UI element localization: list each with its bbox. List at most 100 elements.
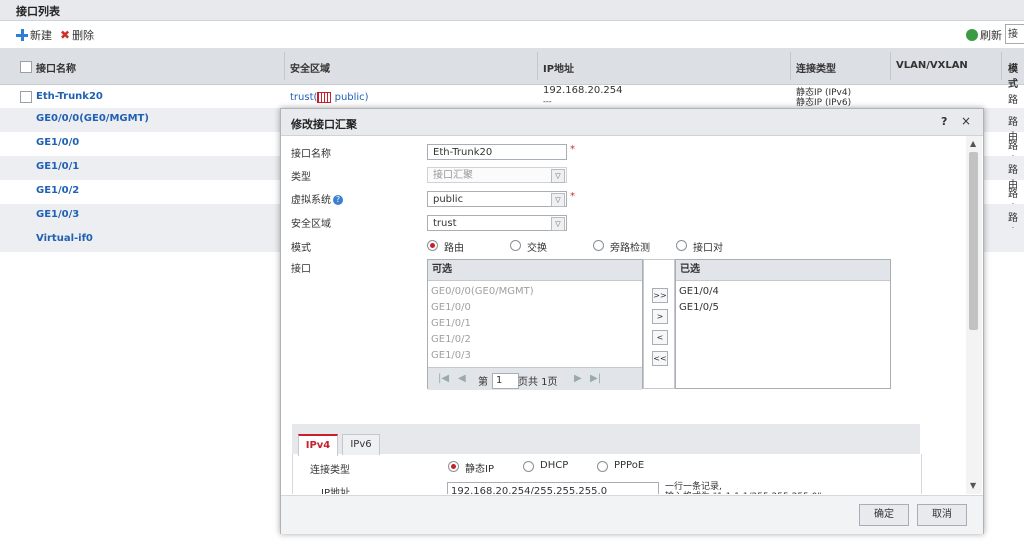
col-zone[interactable]: 安全区域 <box>290 60 330 75</box>
edit-aggregation-dialog: 修改接口汇聚 ? × 接口名称 Eth-Trunk20 * 类型 接口汇聚 ▽ … <box>280 108 984 534</box>
selected-header: 已选 <box>676 260 890 281</box>
row-checkbox[interactable] <box>20 91 32 103</box>
select-all-checkbox[interactable] <box>20 61 32 73</box>
tab-ipv4[interactable]: IPv4 <box>298 434 338 456</box>
last-page-icon[interactable]: ▶| <box>590 373 601 384</box>
ip-address-textarea[interactable]: 192.168.20.254/255.255.255.0 <box>447 482 659 494</box>
mode-radio-route[interactable] <box>427 240 438 251</box>
ok-button[interactable]: 确定 <box>859 504 909 526</box>
table-header: 接口名称 安全区域 IP地址 连接类型 VLAN/VXLAN 模式 <box>0 48 1024 90</box>
type-select: 接口汇聚 ▽ <box>427 167 567 183</box>
prev-page-icon[interactable]: ◀ <box>458 373 466 384</box>
label-vsys: 虚拟系统? <box>291 191 343 206</box>
help-icon[interactable]: ? <box>941 115 947 128</box>
conn-radio-static[interactable] <box>448 461 459 472</box>
interface-name[interactable]: GE1/0/3 <box>36 209 79 220</box>
chevron-down-icon[interactable]: ▽ <box>551 217 565 231</box>
plus-icon <box>16 29 28 41</box>
move-all-left-button[interactable]: << <box>652 351 668 366</box>
available-list: 可选 GE0/0/0(GE0/MGMT) GE1/0/0 GE1/0/1 GE1… <box>427 259 643 390</box>
mode-radio-pair[interactable] <box>676 240 687 251</box>
zone-link[interactable]: trust( public) <box>290 92 369 103</box>
list-item[interactable]: GE1/0/5 <box>679 302 719 313</box>
col-divider <box>537 52 538 80</box>
cancel-button[interactable]: 取消 <box>917 504 967 526</box>
label-interface-name: 接口名称 <box>291 149 331 160</box>
col-divider <box>790 52 791 80</box>
dialog-header: 修改接口汇聚 ? × <box>281 109 983 136</box>
label-type: 类型 <box>291 172 311 183</box>
dialog-footer: 确定 取消 <box>281 495 983 534</box>
list-item[interactable]: GE1/0/2 <box>431 334 471 345</box>
label-conn-type: 连接类型 <box>310 465 350 476</box>
col-divider <box>890 52 891 80</box>
close-icon[interactable]: × <box>961 114 971 128</box>
dialog-body: 接口名称 Eth-Trunk20 * 类型 接口汇聚 ▽ 虚拟系统? publi… <box>281 136 967 494</box>
help-icon[interactable]: ? <box>333 195 343 205</box>
conn-radio-dhcp[interactable] <box>523 461 534 472</box>
list-item[interactable]: GE1/0/0 <box>431 302 471 313</box>
conn-type-v6: 静态IP (IPv6) <box>796 98 852 108</box>
zone-select[interactable]: trust ▽ <box>427 215 567 231</box>
chevron-down-icon[interactable]: ▽ <box>551 193 565 207</box>
mode-label-route: 路由 <box>444 243 464 254</box>
required-mark: * <box>570 144 575 155</box>
pager-suffix: 页共 1页 <box>518 377 558 388</box>
ip-format-hint: 一行一条记录, 输入格式为 "1.1.1.1/255.255.255.0" 或者… <box>665 482 822 494</box>
interface-name[interactable]: GE0/0/0(GE0/MGMT) <box>36 113 149 124</box>
dialog-scrollbar[interactable]: ▲ ▼ <box>966 136 982 494</box>
interface-name-field[interactable]: Eth-Trunk20 <box>427 144 567 160</box>
list-item[interactable]: GE1/0/4 <box>679 286 719 297</box>
available-header: 可选 <box>428 260 642 281</box>
conn-label-static: 静态IP <box>465 464 494 475</box>
dialog-title: 修改接口汇聚 <box>291 118 357 131</box>
move-right-button[interactable]: > <box>652 309 668 324</box>
col-name[interactable]: 接口名称 <box>36 60 76 75</box>
tab-ipv6[interactable]: IPv6 <box>342 434 380 455</box>
conn-radio-pppoe[interactable] <box>597 461 608 472</box>
mode-label-bypass: 旁路检测 <box>610 243 650 254</box>
interface-name[interactable]: GE1/0/0 <box>36 137 79 148</box>
mode-radio-switch[interactable] <box>510 240 521 251</box>
delete-button[interactable]: ✖ 删除 <box>60 27 94 43</box>
scroll-thumb[interactable] <box>969 152 978 330</box>
col-ip[interactable]: IP地址 <box>543 60 574 75</box>
move-buttons: >> > < << <box>643 259 675 389</box>
list-item[interactable]: GE1/0/3 <box>431 350 471 361</box>
page-input[interactable]: 1 <box>492 373 519 389</box>
move-all-right-button[interactable]: >> <box>652 288 668 303</box>
interface-name[interactable]: GE1/0/2 <box>36 185 79 196</box>
pager-prefix: 第 <box>478 377 488 388</box>
interface-name[interactable]: Virtual-if0 <box>36 233 93 244</box>
chevron-down-icon: ▽ <box>551 169 565 183</box>
vsys-select[interactable]: public ▽ <box>427 191 567 207</box>
mode-label-pair: 接口对 <box>693 243 723 254</box>
label-mode: 模式 <box>291 243 311 254</box>
panel-header: 接口列表 <box>0 0 1024 21</box>
scroll-down-icon[interactable]: ▼ <box>970 481 976 490</box>
refresh-button[interactable]: 刷新 <box>966 27 1002 43</box>
mode-label-switch: 交换 <box>527 243 547 254</box>
ip-address: 192.168.20.254 <box>543 85 623 96</box>
list-item[interactable]: GE0/0/0(GE0/MGMT) <box>431 286 534 297</box>
search-input[interactable]: 接口 <box>1005 24 1024 44</box>
interface-name[interactable]: Eth-Trunk20 <box>36 91 103 102</box>
ip-tabs: IPv4 IPv6 <box>292 424 920 456</box>
list-item[interactable]: GE1/0/1 <box>431 318 471 329</box>
mode-radio-bypass[interactable] <box>593 240 604 251</box>
conn-label-dhcp: DHCP <box>540 460 569 471</box>
interface-name[interactable]: GE1/0/1 <box>36 161 79 172</box>
col-vlan[interactable]: VLAN/VXLAN <box>896 60 968 71</box>
col-conn-type[interactable]: 连接类型 <box>796 60 836 75</box>
scroll-up-icon[interactable]: ▲ <box>970 139 976 148</box>
next-page-icon[interactable]: ▶ <box>574 373 582 384</box>
table-row[interactable]: Eth-Trunk20 trust( public) 192.168.20.25… <box>0 84 1024 121</box>
pager: |◀ ◀ 第 1 页共 1页 ▶ ▶| <box>428 367 642 390</box>
move-left-button[interactable]: < <box>652 330 668 345</box>
col-divider <box>1001 52 1002 80</box>
refresh-icon <box>966 29 978 41</box>
first-page-icon[interactable]: |◀ <box>438 373 449 384</box>
ip-address-v6: --- <box>543 97 552 106</box>
label-ip-address: IP地址 <box>321 488 350 494</box>
new-button[interactable]: 新建 <box>16 27 52 43</box>
